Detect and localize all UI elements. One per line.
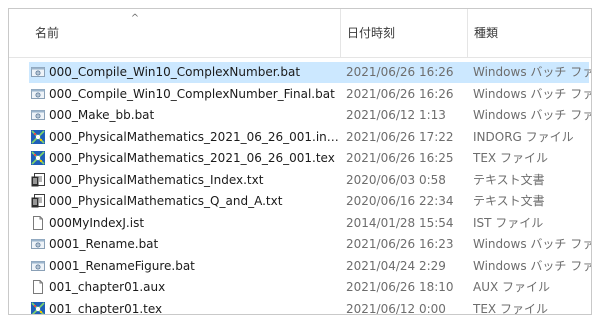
file-name: 000_PhysicalMathematics_Index.txt bbox=[49, 172, 264, 187]
file-name: 000_PhysicalMathematics_2021_06_26_001.t… bbox=[49, 151, 335, 165]
file-name: 000_PhysicalMathematics_Q_and_A.txt bbox=[49, 194, 283, 208]
file-type: AUX ファイル bbox=[473, 280, 551, 294]
file-name: 000_PhysicalMathematics_2021_06_26_001.i… bbox=[49, 129, 339, 144]
file-row[interactable]: 000_PhysicalMathematics_Q_and_A.txt 2020/… bbox=[29, 191, 589, 212]
file-name: 0001_Rename.bat bbox=[49, 237, 159, 251]
file-row[interactable]: 000_PhysicalMathematics_Index.txt 2020/06… bbox=[29, 170, 589, 191]
file-date: 2021/06/26 16:25 bbox=[346, 151, 454, 165]
bat-file-icon bbox=[31, 108, 45, 122]
bat-file-icon bbox=[31, 87, 45, 101]
text-file-icon bbox=[31, 194, 45, 208]
file-name: 000_Compile_Win10_ComplexNumber.bat bbox=[49, 65, 301, 79]
file-date: 2021/06/12 1:13 bbox=[346, 108, 446, 122]
file-type: TEX ファイル bbox=[473, 301, 548, 315]
file-date: 2020/06/03 0:58 bbox=[346, 172, 446, 187]
file-type: Windows バッチ ファ... bbox=[473, 108, 592, 122]
file-row[interactable]: 0001_Rename.bat 2021/06/26 16:23 Windows バ… bbox=[29, 234, 592, 255]
file-type: Windows バッチ ファ... bbox=[473, 65, 592, 79]
file-name: 0001_RenameFigure.bat bbox=[49, 258, 195, 273]
bat-file-icon bbox=[31, 237, 45, 251]
file-date: 2014/01/28 15:54 bbox=[346, 215, 454, 230]
file-name: 001_chapter01.tex bbox=[49, 301, 163, 315]
column-header-date[interactable]: 日付時刻 bbox=[340, 9, 461, 57]
file-name: 001_chapter01.aux bbox=[49, 280, 166, 294]
file-date: 2021/06/26 16:23 bbox=[346, 237, 454, 251]
file-date: 2021/06/12 0:00 bbox=[346, 301, 446, 315]
bat-file-icon bbox=[31, 259, 45, 273]
file-type: INDORG ファイル bbox=[473, 129, 574, 144]
file-type: TEX ファイル bbox=[473, 151, 548, 165]
file-row[interactable]: 000MyIndexJ.ist 2014/01/28 15:54 IST ファイル bbox=[29, 213, 589, 234]
text-file-icon bbox=[31, 172, 45, 187]
file-row[interactable]: 001_chapter01.aux 2021/06/26 18:10 AUX ファイ… bbox=[29, 277, 589, 298]
file-type: Windows バッチ ファ... bbox=[473, 258, 592, 273]
file-name: 000MyIndexJ.ist bbox=[49, 215, 145, 230]
column-header: ^ 名前 日付時刻 種類 bbox=[9, 9, 591, 58]
file-type: テキスト文書 bbox=[473, 194, 545, 208]
column-header-name[interactable]: 名前 bbox=[29, 9, 327, 57]
file-name: 000_Make_bb.bat bbox=[49, 108, 155, 122]
bat-file-icon bbox=[31, 65, 45, 79]
file-date: 2020/06/16 22:34 bbox=[346, 194, 454, 208]
file-date: 2021/06/26 17:22 bbox=[346, 129, 454, 144]
file-row[interactable]: 000_Compile_Win10_ComplexNumber_Final.ba… bbox=[29, 84, 592, 105]
file-date: 2021/04/24 2:29 bbox=[346, 258, 446, 273]
file-name: 000_Compile_Win10_ComplexNumber_Final.ba… bbox=[49, 86, 335, 101]
file-type: テキスト文書 bbox=[473, 172, 545, 187]
tex-file-icon bbox=[31, 129, 45, 144]
file-type: Windows バッチ ファ... bbox=[473, 86, 592, 101]
file-row[interactable]: 0001_RenameFigure.bat 2021/04/24 2:29 Wind… bbox=[29, 256, 592, 277]
file-date: 2021/06/26 16:26 bbox=[346, 65, 454, 79]
column-header-type[interactable]: 種類 bbox=[467, 9, 591, 57]
file-type: Windows バッチ ファ... bbox=[473, 237, 592, 251]
tex-file-icon bbox=[31, 301, 45, 314]
file-row[interactable]: 000_Make_bb.bat 2021/06/12 1:13 Windows バッ… bbox=[29, 105, 592, 126]
blank-file-icon bbox=[31, 215, 45, 230]
file-row[interactable]: 000_PhysicalMathematics_2021_06_26_001.i… bbox=[29, 127, 589, 148]
blank-file-icon bbox=[31, 280, 45, 294]
file-row[interactable]: 000_Compile_Win10_ComplexNumber.bat 2021/… bbox=[29, 62, 592, 83]
file-row[interactable]: 001_chapter01.tex 2021/06/12 0:00 TEX ファイル bbox=[29, 299, 589, 315]
file-type: IST ファイル bbox=[473, 215, 544, 230]
file-date: 2021/06/26 16:26 bbox=[346, 86, 454, 101]
file-list-pane: ^ 名前 日付時刻 種類 000_Compile_Win10_ComplexNu… bbox=[8, 8, 592, 315]
file-date: 2021/06/26 18:10 bbox=[346, 280, 454, 294]
tex-file-icon bbox=[31, 151, 45, 165]
file-row[interactable]: 000_PhysicalMathematics_2021_06_26_001.t… bbox=[29, 148, 589, 169]
